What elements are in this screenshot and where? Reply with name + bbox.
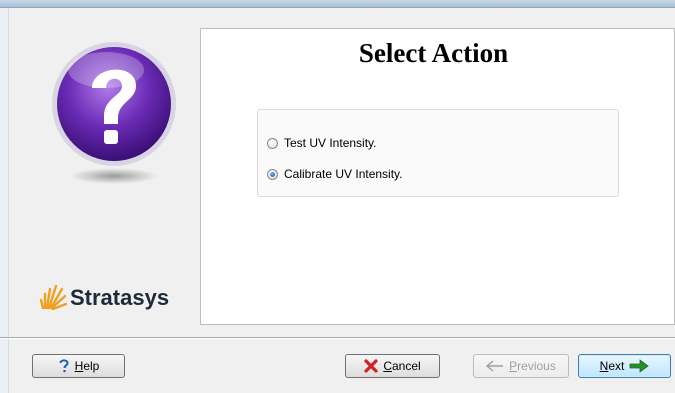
- cancel-button[interactable]: Cancel: [345, 354, 440, 378]
- button-separator: [0, 337, 675, 339]
- cancel-x-icon: [364, 359, 378, 373]
- stratasys-logo-icon: [39, 284, 67, 310]
- next-arrow-icon: [629, 359, 650, 373]
- option-label: Calibrate UV Intensity.: [284, 167, 403, 181]
- window-left-edge: [0, 8, 9, 393]
- previous-button[interactable]: Previous: [473, 354, 569, 378]
- main-panel: Select Action Test UV Intensity. Calibra…: [200, 28, 675, 325]
- radio-test-uv-intensity[interactable]: [267, 137, 278, 149]
- previous-arrow-icon: [486, 360, 504, 372]
- side-panel: Stratasys: [9, 8, 200, 324]
- logo-text: Stratasys: [70, 285, 170, 310]
- stratasys-logo: Stratasys: [39, 280, 199, 316]
- question-mark-icon: [52, 42, 176, 184]
- page-title: Select Action: [358, 38, 509, 68]
- help-button[interactable]: Help: [32, 354, 125, 378]
- radio-calibrate-uv-intensity[interactable]: [267, 168, 278, 180]
- option-calibrate-uv-intensity[interactable]: Calibrate UV Intensity.: [267, 165, 403, 183]
- option-label: Test UV Intensity.: [284, 136, 377, 150]
- option-test-uv-intensity[interactable]: Test UV Intensity.: [267, 134, 376, 152]
- window-top-border: [0, 0, 675, 8]
- help-icon: [58, 358, 70, 374]
- action-options-group: Test UV Intensity. Calibrate UV Intensit…: [257, 109, 619, 197]
- next-button[interactable]: Next: [578, 354, 671, 378]
